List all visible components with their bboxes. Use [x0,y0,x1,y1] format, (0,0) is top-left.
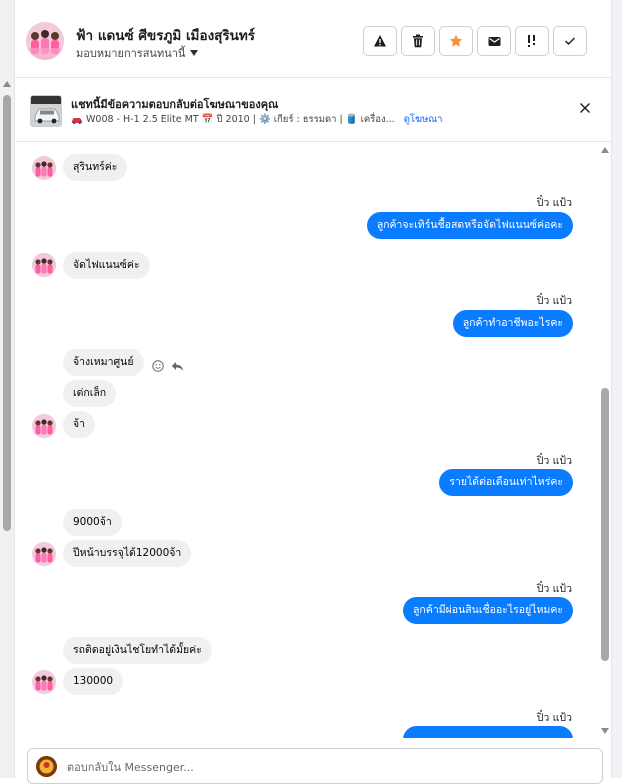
page-scroll-thumb[interactable] [3,95,11,531]
outgoing-message[interactable]: ลูกค้าจะเทิร์นชื้อสดหรือจัดไฟแนนซ์ค่อคะ [366,212,573,239]
outgoing-message[interactable]: ลูกค้าทำอาชีพอะไรคะ [452,310,573,337]
mail-icon [488,36,500,46]
customer-avatar [32,156,56,180]
incoming-message[interactable]: ปีหน้าบรรจุได้12000จ้า [63,540,192,567]
view-ad-link[interactable]: ดูโฆษณา [404,112,443,127]
incoming-message[interactable]: จ้างเหมาศูนย์ [63,349,144,376]
message-thread[interactable]: สุรินทร์ค่ะ ปิ๋ว แป้ว ลูกค้าจะเทิร์นชื้อ… [15,143,600,738]
sender-name: ปิ๋ว แป้ว [536,455,572,467]
inbox-conversation-panel: ฟ้า แดนซ์ ศีขรภูมิ เมืองสุรินทร์ มอบหมาย… [14,0,613,784]
scroll-down-arrow-icon[interactable] [601,728,609,734]
ad-thumbnail[interactable] [30,95,62,127]
incoming-message[interactable]: เด่กเล็ก [63,380,117,407]
spam-button[interactable] [363,26,397,56]
incoming-message[interactable]: จ้า [63,411,96,438]
customer-avatar [32,542,56,566]
ad-reply-banner: แชทนี้มีข้อความตอบกลับต่อโฆษณาของคุณ W00… [15,79,613,142]
sender-name: ปิ๋ว แป้ว [536,583,572,595]
outgoing-message[interactable]: ลูกค้ามีผ่อนสินเชื่ออะไรอยู่ไหมคะ [403,597,573,624]
thread-scroll-thumb[interactable] [601,388,609,661]
trash-icon [413,34,423,48]
page-scrollbar[interactable] [0,0,14,778]
customer-avatar [32,414,56,438]
ad-banner-title: แชทนี้มีข้อความตอบกลับต่อโฆษณาของคุณ [71,98,279,111]
sender-name: ปิ๋ว แป้ว [536,197,572,209]
reply-icon[interactable] [171,361,184,372]
incoming-message[interactable]: 130000 [63,668,124,695]
delete-button[interactable] [401,26,435,56]
right-gutter [612,0,622,778]
incoming-message[interactable]: สุรินทร์ค่ะ [63,154,128,181]
incoming-message[interactable]: รถติดอยู่เงินไชโยทำได้มั้ยค่ะ [63,637,212,664]
contact-name: ฟ้า แดนซ์ ศีขรภูมิ เมืองสุรินทร์ [76,28,256,44]
done-button[interactable] [553,26,587,56]
page-avatar [36,756,57,777]
outgoing-message[interactable]: รายได้ต่อเดือนเท่าไหร่คะ [439,469,573,496]
conversation-header: ฟ้า แดนซ์ ศีขรภูมิ เมืองสุรินทร์ มอบหมาย… [15,0,613,78]
close-icon[interactable] [577,100,593,116]
follow-up-icon [528,35,535,47]
check-icon [565,37,575,45]
ad-meta-text: W008 - H-1 2.5 Elite MT 📅 ปี 2010 | ⚙️ เ… [86,114,395,125]
ad-meta-row: W008 - H-1 2.5 Elite MT 📅 ปี 2010 | ⚙️ เ… [71,112,442,127]
contact-avatar[interactable] [26,22,64,60]
caret-down-icon [190,50,199,56]
assign-conversation-dropdown[interactable]: มอบหมายการสนทนานี้ [76,44,199,62]
incoming-message[interactable]: จัดไฟแนนซ์ค่ะ [63,252,150,279]
reply-composer [27,748,603,784]
car-icon [72,117,82,124]
message-hover-actions [152,360,184,372]
messenger-reply-input[interactable] [65,757,585,777]
scroll-up-arrow-icon[interactable] [601,147,609,153]
star-icon [449,34,463,47]
emoji-react-icon[interactable] [152,360,164,372]
sender-name: ปิ๋ว แป้ว [536,295,572,307]
thread-scrollbar[interactable] [599,143,611,738]
incoming-message[interactable]: 9000จ้า [63,509,122,536]
assign-label: มอบหมายการสนทนานี้ [76,47,186,60]
sender-name: ปิ๋ว แป้ว [536,712,572,724]
customer-avatar [32,670,56,694]
conversation-actions [363,26,587,56]
scroll-up-arrow-icon[interactable] [3,81,11,87]
outgoing-message-partial[interactable] [403,726,573,738]
follow-up-button[interactable] [515,26,549,56]
mark-unread-button[interactable] [477,26,511,56]
customer-avatar [32,253,56,277]
star-button[interactable] [439,26,473,56]
warning-icon [374,35,386,47]
